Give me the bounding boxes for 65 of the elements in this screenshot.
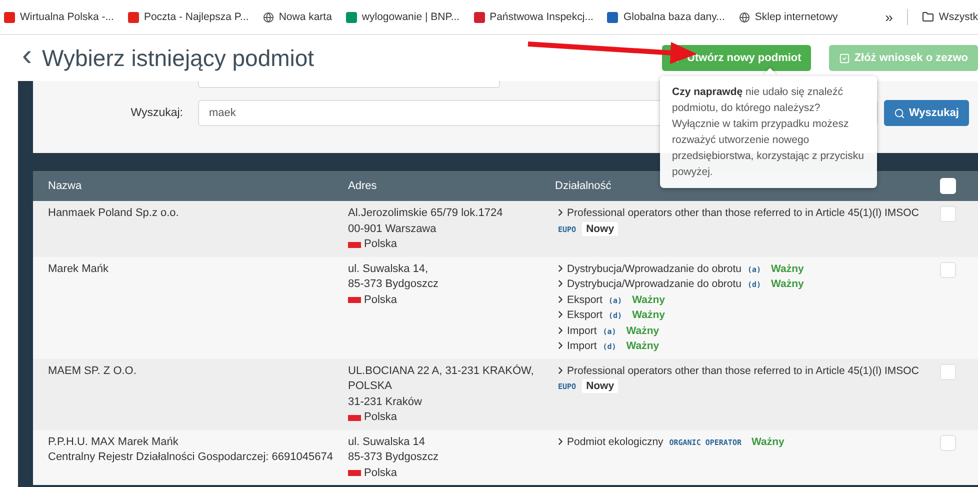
- address-line: 85-373 Bydgoszcz: [348, 277, 440, 292]
- more-bookmarks-button[interactable]: »: [885, 9, 893, 25]
- column-header: Adres: [348, 180, 378, 192]
- activity-name: Professional operators other than those referred to in Article 45(1)(l) IMSOC: [567, 207, 919, 219]
- flag-icon: [348, 414, 361, 421]
- bookmark[interactable]: Państwowa Inspekcj...: [474, 11, 594, 23]
- bookmark-folder[interactable]: Wszystk: [922, 11, 978, 23]
- column-header: Nazwa: [48, 180, 83, 192]
- activity-name: Dystrybucja/Wprowadzanie do obrotu: [567, 262, 742, 274]
- activity-name: Eksport: [567, 294, 603, 306]
- activity-name: Eksport: [567, 309, 603, 321]
- status-label: Ważny: [632, 294, 665, 306]
- address-line: 00-901 Warszawa: [348, 222, 438, 236]
- flag-icon: [348, 470, 361, 476]
- entity-name: MAEM SP. Z O.O.: [48, 364, 138, 378]
- column-header: Działalność: [555, 180, 612, 192]
- bookmark[interactable]: Globalna baza dany...: [607, 11, 725, 23]
- address-line: UL.BOCIANA 22 A, 31-231 KRAKÓW, POLSKA: [348, 364, 535, 394]
- row-checkbox[interactable]: [940, 364, 956, 380]
- search-label: Wyszukaj:: [130, 107, 183, 119]
- flag-icon: [348, 297, 361, 304]
- page-title: Wybierz istniejący podmiot: [42, 44, 314, 72]
- status-label: Ważny: [770, 278, 804, 290]
- status-label: Ważny: [751, 436, 784, 448]
- bookmark[interactable]: Nowa karta: [262, 11, 332, 23]
- address-line: ul. Suwalska 14,: [348, 262, 430, 276]
- status-label: Nowy: [582, 222, 618, 236]
- country-name: Polska: [364, 292, 398, 308]
- entity-name: Centralny Rejestr Działalności Gospodarczej: 6691045674: [48, 450, 334, 465]
- activity-name: Professional operators other than those referred to in Article 45(1)(l) IMSOC: [567, 364, 919, 376]
- search-button[interactable]: Wyszukaj: [884, 100, 969, 126]
- country-name: Polska: [364, 237, 398, 252]
- activity-name: Import: [567, 324, 597, 336]
- checkbox-icon: [839, 52, 850, 64]
- address-line: 85-373 Bydgoszcz: [348, 450, 440, 465]
- entity-name: P.P.H.U. MAX Marek Mańk: [48, 434, 180, 450]
- status-label: Ważny: [632, 309, 665, 321]
- entity-name: Hanmaek Poland Sp.z o.o.: [48, 206, 180, 221]
- status-label: Ważny: [626, 340, 660, 352]
- activity-name: Dystrybucja/Wprowadzanie do obrotu: [567, 278, 742, 290]
- back-button[interactable]: ‹: [22, 41, 32, 71]
- address-line: Al.Jerozolimskie 65/79 lok.1724: [348, 206, 504, 221]
- bookmark[interactable]: Sklep internetowy: [738, 11, 838, 23]
- search-icon: [894, 108, 905, 118]
- bookmark[interactable]: Poczta - Najlepsza P...: [128, 11, 249, 23]
- globe-icon: [738, 12, 750, 22]
- row-checkbox[interactable]: [940, 434, 956, 450]
- address-line: 31-231 Kraków: [348, 394, 423, 410]
- status-label: Nowy: [582, 379, 618, 393]
- select-all-checkbox[interactable]: [940, 178, 956, 194]
- country-name: Polska: [364, 410, 398, 425]
- globe-icon: [262, 12, 274, 22]
- row-checkbox[interactable]: [940, 206, 956, 222]
- country-name: Polska: [364, 466, 398, 480]
- activity-name: Import: [567, 340, 597, 352]
- folder-icon: [922, 11, 934, 23]
- activity-name: Podmiot ekologiczny: [567, 436, 664, 448]
- entity-name: Marek Mańk: [48, 262, 110, 276]
- address-line: ul. Suwalska 14: [348, 434, 426, 450]
- row-checkbox[interactable]: [940, 262, 956, 278]
- status-label: Ważny: [770, 262, 804, 274]
- flag-icon: [348, 242, 361, 248]
- bookmark[interactable]: wylogowanie | BNP...: [346, 11, 460, 23]
- status-label: Ważny: [626, 324, 660, 336]
- bookmark[interactable]: Wirtualna Polska -...: [4, 11, 114, 23]
